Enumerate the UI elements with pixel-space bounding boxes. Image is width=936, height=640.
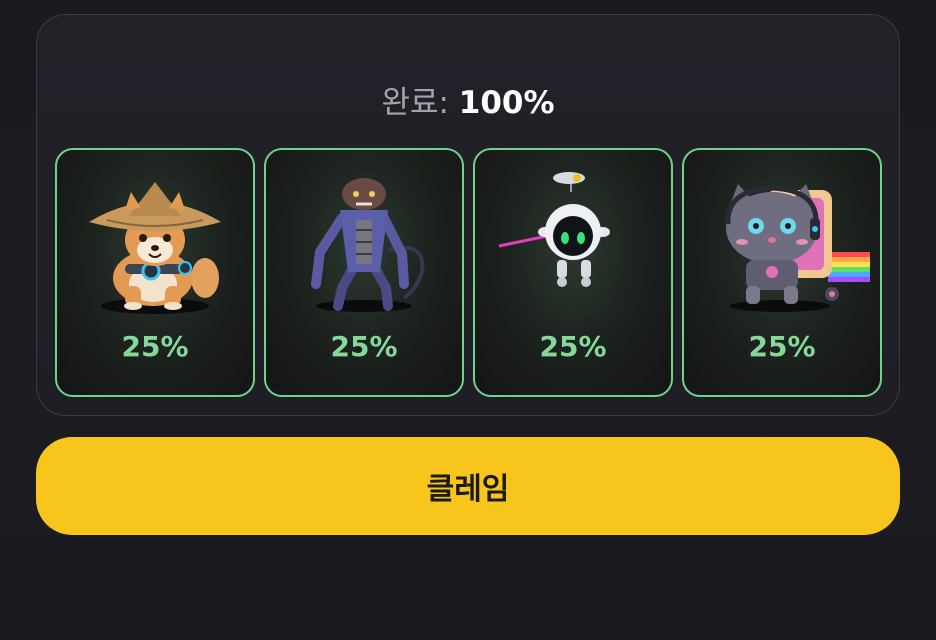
completion-label: 완료: <box>381 85 449 121</box>
claim-button[interactable]: 클레임 <box>36 437 900 535</box>
character-card-4[interactable]: 25% <box>682 148 882 397</box>
completion-title: 완료: 100% <box>37 83 899 123</box>
robot-orb-icon <box>498 172 610 287</box>
robot-rat-icon <box>311 172 425 312</box>
character-card-1[interactable]: 25% <box>55 148 255 397</box>
character-card-2[interactable]: 25% <box>264 148 464 397</box>
card-percent: 25% <box>330 330 398 363</box>
nyan-robot-cat-icon <box>725 184 870 312</box>
character-card-3[interactable]: 25% <box>473 148 673 397</box>
completion-value: 100% <box>458 85 555 121</box>
shiba-dog-hat-icon <box>89 182 221 314</box>
card-percent: 25% <box>539 330 607 363</box>
card-percent: 25% <box>748 330 816 363</box>
card-percent: 25% <box>121 330 189 363</box>
